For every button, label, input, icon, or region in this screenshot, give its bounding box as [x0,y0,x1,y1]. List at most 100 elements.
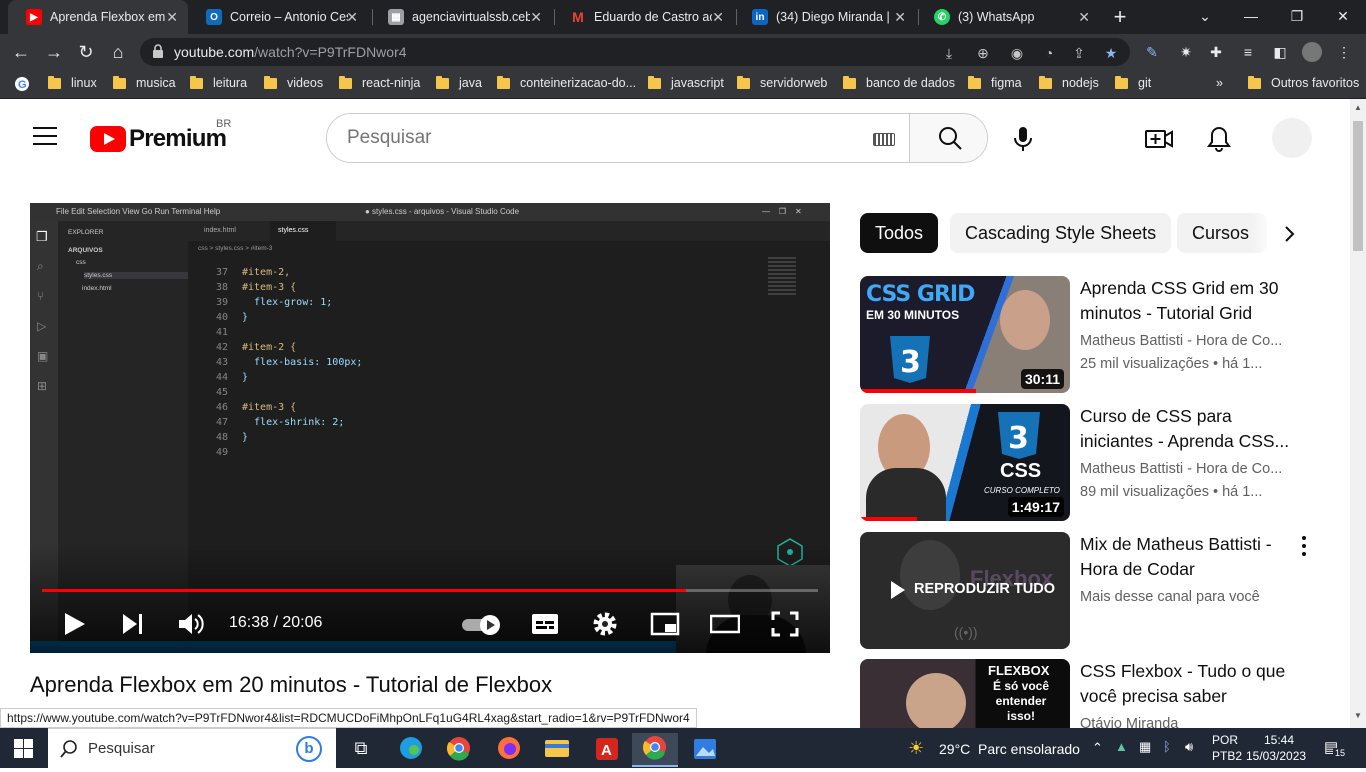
pdf-reader-icon[interactable]: A [584,733,630,767]
restore-button[interactable]: ❐ [1274,0,1320,34]
next-video-icon[interactable] [118,611,148,637]
clock-date[interactable]: 15/03/2023 [1246,749,1306,763]
video-thumbnail[interactable]: CSS GRID EM 30 MINUTOS 3 30:11 [860,276,1070,393]
home-button[interactable]: ⌂ [105,39,131,65]
video-thumbnail[interactable]: 3 CSS CURSO COMPLETO 1:49:17 [860,404,1070,521]
video-player[interactable]: File Edit Selection View Go Run Terminal… [30,203,830,653]
page-scrollbar[interactable]: ▲ ▼ [1350,99,1366,728]
share-icon[interactable]: ⇪ [1070,44,1088,62]
recommendation-item[interactable]: FLEXBOX É só você entender isso! CSS Fle… [860,659,1330,728]
recommendation-item-mix[interactable]: Flexbox REPRODUZIR TUDO ((•)) Mix de Mat… [860,532,1330,649]
bookmark-react-ninja[interactable]: react-ninja [339,75,420,90]
bluetooth-icon[interactable]: ᛒ [1163,739,1171,754]
weather-icon[interactable]: ☀ [908,738,924,759]
recommendation-title[interactable]: Aprenda CSS Grid em 30 minutos - Tutoria… [1080,276,1295,326]
bookmark-conteinerizacao[interactable]: conteinerizacao-do... [497,75,636,90]
play-icon[interactable] [60,611,90,637]
weather-temperature[interactable]: 29°C [939,741,970,757]
scroll-up-icon[interactable]: ▲ [1354,103,1362,112]
tab-agencia[interactable]: ▦ agenciavirtualssb.cebi ✕ [370,0,552,34]
side-panel-icon[interactable]: ◧ [1270,42,1290,62]
bookmark-musica[interactable]: musica [113,75,176,90]
zoom-icon[interactable]: ⊕ [974,44,992,62]
search-input[interactable] [327,114,909,162]
extension-pen-icon[interactable]: ✎ [1142,42,1162,62]
edge-icon[interactable] [388,733,434,767]
bookmark-outros-favoritos[interactable]: Outros favoritos [1248,75,1359,90]
menu-icon[interactable] [33,127,57,145]
scrollbar-thumb[interactable] [1353,121,1363,251]
autoplay-toggle[interactable] [460,612,504,638]
bookmark-nodejs[interactable]: nodejs [1039,75,1099,90]
tab-whatsapp[interactable]: ✆ (3) WhatsApp ✕ [916,0,1100,34]
video-thumbnail[interactable]: FLEXBOX É só você entender isso! [860,659,1070,728]
close-tab-icon[interactable]: ✕ [346,9,358,26]
address-bar[interactable]: youtube.com/watch?v=P9TrFDNwor4 ⤓ ⊕ ◉ ◔ … [140,38,1130,66]
tab-linkedin[interactable]: in (34) Diego Miranda | L ✕ [734,0,916,34]
notifications-bell-icon[interactable] [1203,123,1235,155]
theater-mode-icon[interactable] [710,611,740,637]
tab-search-icon[interactable]: ⌄ [1182,0,1228,34]
google-icon[interactable]: G [14,76,30,92]
keyboard-layout-indicator[interactable]: PTB2 [1212,749,1242,763]
chip-todos[interactable]: Todos [860,213,939,253]
recommendation-channel[interactable]: Matheus Battisti - Hora de Co... [1080,333,1295,349]
chrome-active-icon[interactable] [632,733,678,767]
recommendation-channel[interactable]: Matheus Battisti - Hora de Co... [1080,461,1295,477]
recommendation-item[interactable]: CSS GRID EM 30 MINUTOS 3 30:11 Aprenda C… [860,276,1330,393]
recommendation-item[interactable]: 3 CSS CURSO COMPLETO 1:49:17 Curso de CS… [860,404,1330,521]
chrome-icon[interactable] [436,733,482,767]
extension-bug-icon[interactable]: ✷ [1176,42,1196,62]
profile-avatar[interactable] [1302,42,1322,62]
bookmarks-overflow-button[interactable]: » [1216,76,1223,90]
close-tab-icon[interactable]: ✕ [712,9,724,26]
microphone-icon[interactable] [1007,123,1039,155]
more-options-icon[interactable] [1294,534,1314,558]
progress-bar[interactable] [42,589,818,592]
bookmark-javascript[interactable]: javascript [648,75,724,90]
fullscreen-icon[interactable] [770,611,800,637]
extensions-puzzle-icon[interactable]: ✚ [1206,42,1226,62]
performance-icon[interactable]: ◔ [1040,44,1058,62]
chip-cascading-style-sheets[interactable]: Cascading Style Sheets [950,213,1172,253]
back-button[interactable]: ← [8,39,34,65]
settings-gear-icon[interactable] [590,611,620,637]
forward-button[interactable]: → [41,39,67,65]
bookmark-videos[interactable]: videos [264,75,323,90]
bookmark-banco-de-dados[interactable]: banco de dados [843,75,955,90]
close-window-button[interactable]: ✕ [1320,0,1366,34]
bookmark-git[interactable]: git [1115,75,1151,90]
weather-condition[interactable]: Parc ensolarado [978,741,1080,757]
scroll-down-icon[interactable]: ▼ [1354,711,1362,720]
install-app-icon[interactable]: ⤓ [940,44,958,62]
search-button[interactable] [909,114,987,162]
new-tab-button[interactable]: + [1108,4,1132,30]
file-explorer-icon[interactable] [534,733,580,767]
clock-time[interactable]: 15:44 [1264,733,1294,747]
bookmark-linux[interactable]: linux [48,75,97,90]
tab-gmail[interactable]: M Eduardo de Castro aca ✕ [552,0,734,34]
bookmark-servidorweb[interactable]: servidorweb [737,75,827,90]
tray-overflow-icon[interactable]: ⌃ [1092,740,1103,756]
chevron-right-icon[interactable] [1278,223,1300,245]
task-view-icon[interactable]: ⧉ [338,733,384,767]
create-video-icon[interactable] [1143,123,1175,155]
recommendation-title[interactable]: Mix de Matheus Battisti - Hora de Codar [1080,532,1295,582]
keyboard-icon[interactable] [873,133,895,146]
lock-icon[interactable] [152,44,164,58]
recommendation-title[interactable]: Curso de CSS para iniciantes - Aprenda C… [1080,404,1295,454]
language-indicator[interactable]: POR [1212,733,1238,747]
tracking-eye-icon[interactable]: ◉ [1008,44,1026,62]
play-all-label[interactable]: REPRODUZIR TUDO [914,581,1055,597]
firefox-icon[interactable] [486,733,532,767]
media-control-icon[interactable]: ≡ [1238,42,1258,62]
photos-icon[interactable] [682,733,728,767]
bookmark-figma[interactable]: figma [968,75,1022,90]
bookmark-star-icon[interactable]: ★ [1102,44,1120,62]
close-tab-icon[interactable]: ✕ [530,9,542,26]
tray-app-icon[interactable]: ▲ [1115,739,1128,754]
minimize-button[interactable]: — [1228,0,1274,34]
chrome-menu-icon[interactable]: ⋮ [1334,42,1354,62]
recommendation-channel[interactable]: Otávio Miranda [1080,716,1295,728]
tab-outlook[interactable]: O Correio – Antonio Ces ✕ [188,0,368,34]
